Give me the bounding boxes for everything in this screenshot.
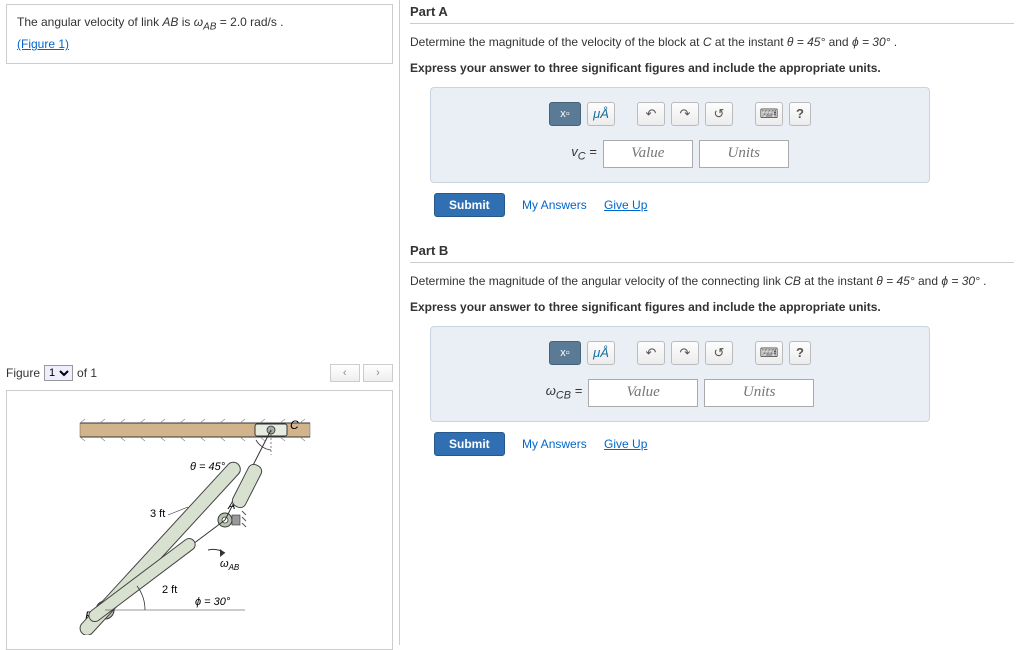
value-input-b[interactable] xyxy=(588,379,698,407)
toolbar-b: x▫ μÅ ↶ ↷ ↺ ⌨ ? xyxy=(451,341,909,369)
figure-selector: Figure 1 of 1 ‹ › xyxy=(6,364,393,382)
toolbar-a: x▫ μÅ ↶ ↷ ↺ ⌨ ? xyxy=(451,102,909,130)
templates-button[interactable]: x▫ xyxy=(549,102,581,126)
units-input-a[interactable] xyxy=(699,140,789,168)
symbols-button-b[interactable]: μÅ xyxy=(587,341,615,365)
part-b-question: Determine the magnitude of the angular v… xyxy=(410,263,1014,326)
part-b-answer-box: x▫ μÅ ↶ ↷ ↺ ⌨ ? ωCB = xyxy=(430,326,930,422)
part-b-actions: Submit My Answers Give Up xyxy=(430,432,1014,456)
part-b-header: Part B xyxy=(410,239,1014,263)
problem-value: = 2.0 rad/s . xyxy=(216,15,283,29)
part-b-instruct: Express your answer to three significant… xyxy=(410,297,1014,317)
figure-label: Figure xyxy=(6,366,40,380)
next-figure-button[interactable]: › xyxy=(363,364,393,382)
omega-subscript: AB xyxy=(203,21,216,32)
part-a-instruct: Express your answer to three significant… xyxy=(410,58,1014,78)
part-a-input-row: vC = xyxy=(451,140,909,168)
templates-button-b[interactable]: x▫ xyxy=(549,341,581,365)
right-column: Part A Determine the magnitude of the ve… xyxy=(400,0,1024,645)
mechanism-diagram: C A B θ = 45° xyxy=(60,405,340,635)
prev-figure-button[interactable]: ‹ xyxy=(330,364,360,382)
len-2ft: 2 ft xyxy=(162,584,177,596)
phi-label: ϕ = 30° xyxy=(195,596,231,608)
part-b-input-row: ωCB = xyxy=(451,379,909,407)
value-input-a[interactable] xyxy=(603,140,693,168)
label-c: C xyxy=(290,418,299,432)
redo-button[interactable]: ↷ xyxy=(671,102,699,126)
link-ab: AB xyxy=(162,15,178,29)
submit-button-a[interactable]: Submit xyxy=(434,193,505,217)
help-button[interactable]: ? xyxy=(789,102,811,126)
wcb-label: ωCB = xyxy=(546,383,582,402)
my-answers-link-b[interactable]: My Answers xyxy=(522,437,587,451)
reset-button-b[interactable]: ↺ xyxy=(705,341,733,365)
problem-text-2: is xyxy=(178,15,193,29)
part-a-question: Determine the magnitude of the velocity … xyxy=(410,24,1014,87)
theta-label: θ = 45° xyxy=(190,461,226,473)
svg-text:ωAB: ωAB xyxy=(220,558,240,572)
give-up-link-a[interactable]: Give Up xyxy=(604,198,647,212)
keyboard-button[interactable]: ⌨ xyxy=(755,102,783,126)
figure-link[interactable]: (Figure 1) xyxy=(17,37,69,51)
problem-text-1: The angular velocity of link xyxy=(17,15,162,29)
omega-symbol: ω xyxy=(194,15,203,29)
figure-canvas: C A B θ = 45° xyxy=(6,390,393,650)
my-answers-link-a[interactable]: My Answers xyxy=(522,198,587,212)
len-3ft: 3 ft xyxy=(150,508,165,520)
undo-button[interactable]: ↶ xyxy=(637,102,665,126)
problem-statement: The angular velocity of link AB is ωAB =… xyxy=(6,4,393,64)
figure-dropdown[interactable]: 1 xyxy=(44,365,73,381)
symbols-button[interactable]: μÅ xyxy=(587,102,615,126)
undo-button-b[interactable]: ↶ xyxy=(637,341,665,365)
part-a-answer-box: x▫ μÅ ↶ ↷ ↺ ⌨ ? vC = xyxy=(430,87,930,183)
figure-of-label: of 1 xyxy=(77,366,97,380)
keyboard-button-b[interactable]: ⌨ xyxy=(755,341,783,365)
reset-button[interactable]: ↺ xyxy=(705,102,733,126)
part-a-actions: Submit My Answers Give Up xyxy=(430,193,1014,217)
redo-button-b[interactable]: ↷ xyxy=(671,341,699,365)
give-up-link-b[interactable]: Give Up xyxy=(604,437,647,451)
vc-label: vC = xyxy=(571,144,597,163)
help-button-b[interactable]: ? xyxy=(789,341,811,365)
units-input-b[interactable] xyxy=(704,379,814,407)
submit-button-b[interactable]: Submit xyxy=(434,432,505,456)
left-column: The angular velocity of link AB is ωAB =… xyxy=(0,0,400,645)
part-a-header: Part A xyxy=(410,0,1014,24)
